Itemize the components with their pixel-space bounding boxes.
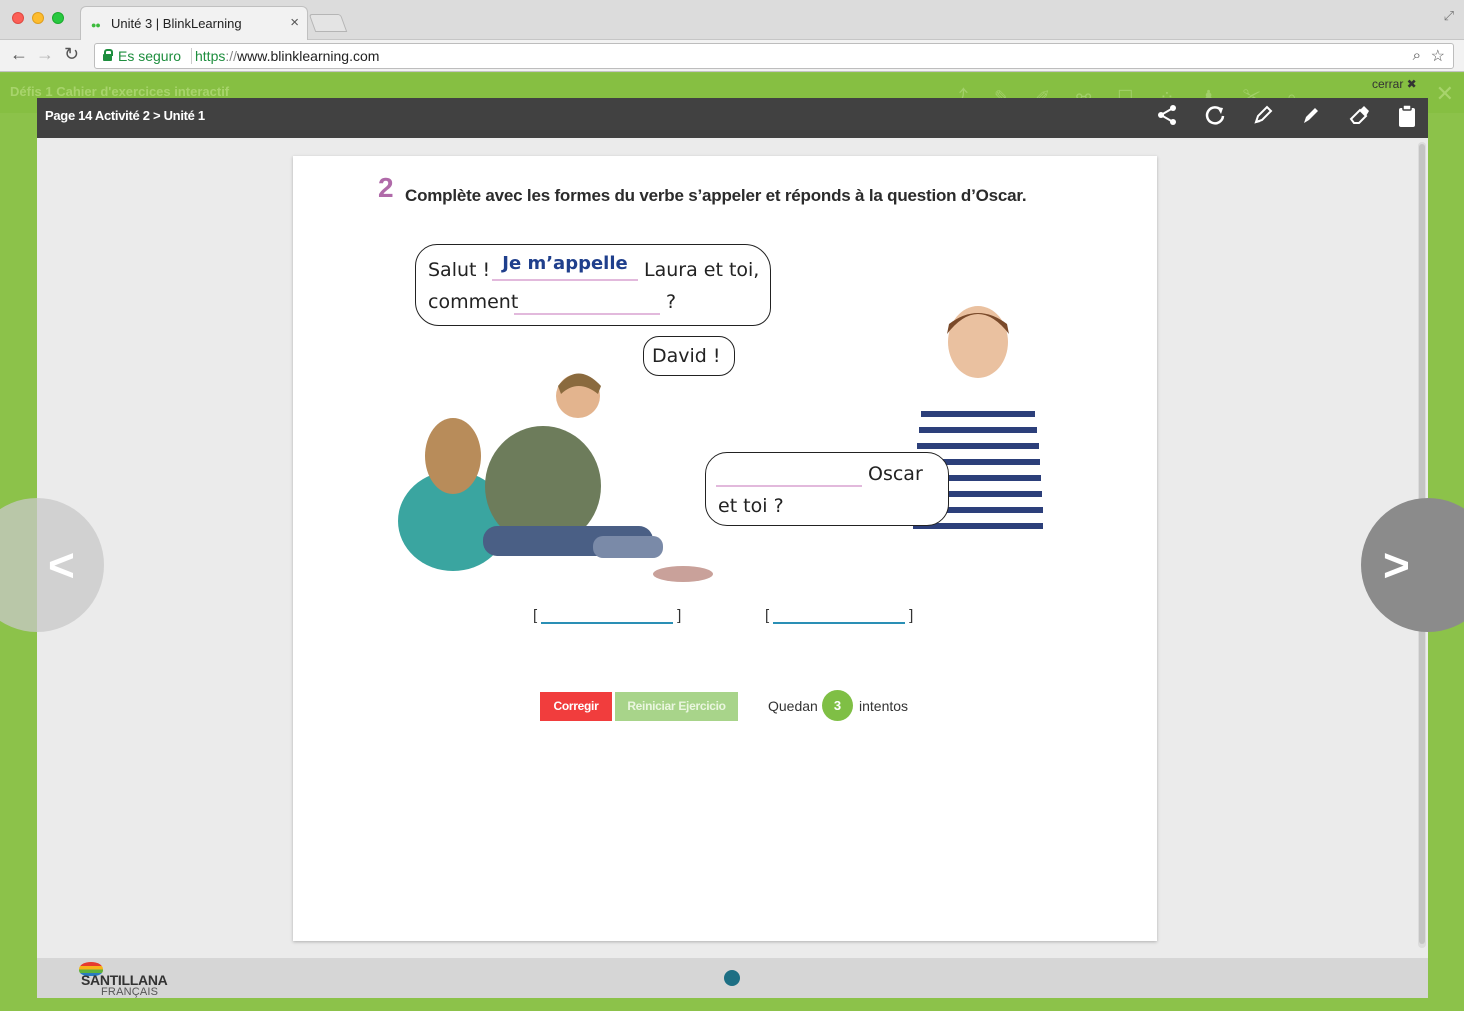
logo-subtext: FRANÇAIS (101, 986, 159, 998)
marker-icon[interactable] (1298, 104, 1324, 132)
check-button[interactable]: Corregir (540, 692, 612, 721)
speech-bubble-laura: Salut ! Je m’appelle Laura et toi, comme… (415, 244, 771, 326)
forward-arrow-icon[interactable]: → (36, 44, 54, 65)
bubble1-answer-blank[interactable]: Je m’appelle (492, 253, 638, 281)
viewer-header: Page 14 Activité 2 > Unité 1 (37, 98, 1428, 138)
browser-tabbar: ●● Unité 3 | BlinkLearning × ⤢ (0, 0, 1464, 40)
address-bar[interactable]: Es seguro https://www.blinklearning.com … (94, 43, 1454, 69)
bubble2-text: David ! (652, 345, 721, 367)
browser-tab[interactable]: ●● Unité 3 | BlinkLearning × (80, 6, 308, 40)
bubble1-line2-start: comment (428, 291, 519, 313)
bookmark-star-icon[interactable]: ☆ (1431, 46, 1445, 66)
back-arrow-icon[interactable]: ← (10, 44, 28, 65)
answer-field-group-1: [] (533, 600, 681, 624)
bracket-close: ] (677, 607, 682, 624)
blinklearning-favicon-icon: ●● (91, 20, 101, 30)
answer-field-group-2: [] (765, 600, 913, 624)
reload-icon[interactable]: ↻ (64, 44, 79, 65)
zoom-icon[interactable]: ⌕ (1413, 47, 1421, 64)
eraser-icon[interactable] (1346, 104, 1372, 132)
bubble1-blank-2[interactable] (514, 291, 660, 315)
answer-input-1[interactable] (541, 600, 674, 624)
viewer-footer: SANTILLANA FRANÇAIS (37, 958, 1428, 998)
new-tab-button[interactable] (308, 14, 348, 32)
bubble3-line1-end: Oscar (868, 463, 923, 485)
bracket-open: [ (533, 607, 538, 624)
reset-exercise-button[interactable]: Reiniciar Ejercicio (615, 692, 738, 721)
tab-title: Unité 3 | BlinkLearning (111, 16, 242, 31)
fullscreen-icon[interactable]: ⤢ (1444, 8, 1454, 24)
chevron-left-icon: < (48, 539, 75, 591)
santillana-logo: SANTILLANA FRANÇAIS (79, 960, 199, 998)
address-separator (191, 48, 192, 64)
bubble1-text-start: Salut ! (428, 259, 491, 281)
url-text[interactable]: https://www.blinklearning.com (195, 48, 379, 64)
attempts-count-badge: 3 (822, 690, 853, 721)
secure-label: Es seguro (118, 48, 182, 64)
window-minimize-button[interactable] (32, 12, 44, 24)
window-close-button[interactable] (12, 12, 24, 24)
speech-bubble-david: David ! (643, 336, 735, 376)
pencil-icon[interactable] (1250, 104, 1276, 132)
page-indicator-dot[interactable] (724, 970, 740, 986)
close-viewer-button[interactable]: cerrar ✖ (1372, 77, 1417, 91)
chevron-right-icon: > (1383, 539, 1410, 591)
bubble1-line2-end: ? (666, 291, 677, 313)
bubble3-blank[interactable] (716, 463, 862, 487)
answer-input-2[interactable] (773, 600, 906, 624)
browser-toolbar: ← → ↻ Es seguro https://www.blinklearnin… (0, 40, 1464, 72)
window-zoom-button[interactable] (52, 12, 64, 24)
attempts-suffix: intentos (859, 698, 909, 714)
breadcrumb: Page 14 Activité 2 > Unité 1 (45, 108, 205, 123)
exercise-page: 2 Complète avec les formes du verbe s’ap… (293, 156, 1157, 941)
bracket-open: [ (765, 607, 770, 624)
clipboard-icon[interactable] (1394, 104, 1420, 132)
share-icon[interactable] (1154, 104, 1180, 132)
attempts-prefix: Quedan (768, 698, 818, 714)
bubble3-line2: et toi ? (718, 495, 784, 517)
close-icon[interactable]: ✕ (1436, 81, 1454, 107)
bubble1-text-end: Laura et toi, (644, 259, 760, 281)
viewer-tools (1154, 104, 1420, 132)
exercise-number: 2 (378, 172, 394, 203)
speech-bubble-oscar: Oscar et toi ? (705, 452, 949, 526)
tab-close-icon[interactable]: × (290, 14, 299, 31)
lock-icon (103, 49, 113, 61)
exercise-instruction: Complète avec les formes du verbe s’appe… (405, 186, 1027, 205)
app-title: Défis 1 Cahier d'exercices interactif (10, 84, 230, 99)
bracket-close: ] (909, 607, 914, 624)
reload-icon[interactable] (1202, 104, 1228, 132)
